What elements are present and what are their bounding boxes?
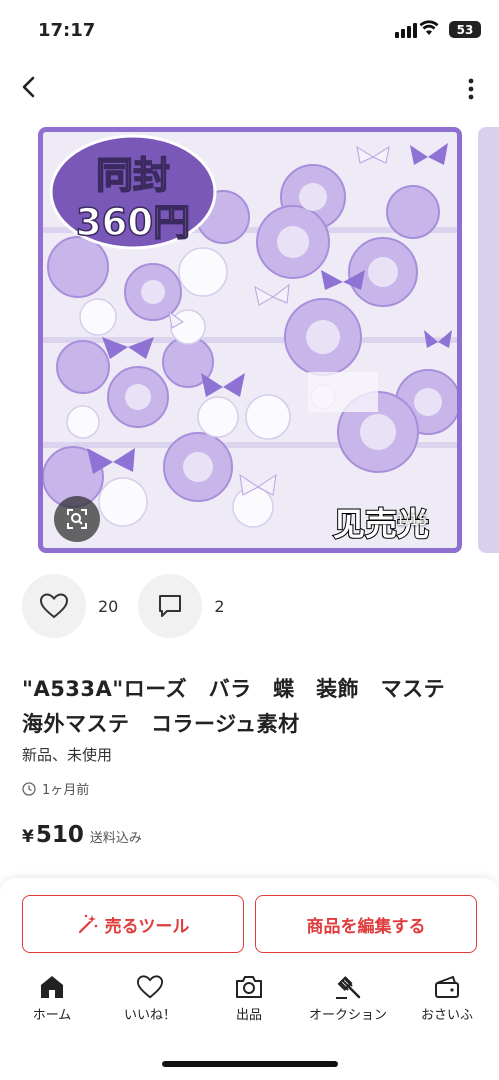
home-indicator <box>162 1061 338 1067</box>
currency-symbol: ¥ <box>22 827 34 847</box>
posted-time: 1ヶ月前 <box>22 779 89 798</box>
heart-icon <box>39 593 69 619</box>
like-count: 20 <box>98 596 119 616</box>
tab-home[interactable]: ホーム <box>7 974 97 1023</box>
tab-sell[interactable]: 出品 <box>204 974 294 1023</box>
home-icon <box>41 976 63 998</box>
wallet-icon <box>435 975 459 998</box>
top-nav <box>0 68 499 108</box>
image-search-button[interactable] <box>54 496 100 542</box>
wifi-icon <box>419 20 439 40</box>
promo-text-1: 同封 <box>96 154 170 197</box>
image-counter: 1/15 <box>396 513 428 529</box>
sell-tool-label: 売るツール <box>104 916 190 937</box>
bottom-panel: 売るツール 商品を編集する ホーム いいね！ 出品 オークション おさいふ <box>0 878 499 1080</box>
scan-icon <box>67 509 87 529</box>
posted-time-text: 1ヶ月前 <box>42 783 90 798</box>
product-title: "A533A"ローズ バラ 蝶 装飾 マステ 海外マステ コラージュ素材 <box>22 677 467 736</box>
tab-sell-label: 出品 <box>235 1008 262 1023</box>
status-time: 17:17 <box>38 20 96 41</box>
promo-text-2: 360円 <box>76 201 190 244</box>
tab-auction[interactable]: オークション <box>303 974 393 1023</box>
tab-auction-label: オークション <box>308 1008 387 1023</box>
next-image-peek[interactable] <box>478 127 499 553</box>
price: ¥ 510 送料込み <box>22 822 142 848</box>
tab-home-label: ホーム <box>32 1008 72 1023</box>
heart-icon <box>136 975 164 999</box>
comment-icon <box>159 595 182 617</box>
tab-likes-label: いいね！ <box>123 1008 176 1023</box>
camera-icon <box>236 976 262 998</box>
product-image[interactable]: 同封 360円 见売光 <box>38 127 462 553</box>
product-condition: 新品、未使用 <box>22 746 113 764</box>
status-bar: 17:17 53 <box>0 0 499 56</box>
product-photo: 同封 360円 见売光 <box>43 132 457 548</box>
vertical-dots-icon <box>468 78 474 100</box>
comment-button[interactable] <box>138 574 203 638</box>
engagement-row: 20 2 <box>22 574 245 638</box>
battery-icon: 53 <box>449 21 481 38</box>
comment-count: 2 <box>214 596 225 616</box>
gavel-icon <box>336 976 361 999</box>
clock-icon <box>22 781 36 796</box>
tab-wallet[interactable]: おさいふ <box>402 974 492 1023</box>
chevron-left-icon <box>22 76 35 98</box>
tab-bar: ホーム いいね！ 出品 オークション おさいふ <box>0 974 499 1034</box>
price-value: 510 <box>35 822 84 848</box>
magic-wand-icon <box>78 914 97 934</box>
sell-tool-button[interactable]: 売るツール <box>22 895 244 953</box>
shipping-note: 送料込み <box>89 831 142 846</box>
edit-item-label: 商品を編集する <box>306 916 426 937</box>
tab-wallet-label: おさいふ <box>420 1008 473 1023</box>
edit-item-button[interactable]: 商品を編集する <box>255 895 477 953</box>
back-button[interactable] <box>14 72 44 102</box>
cellular-signal-icon <box>395 23 417 38</box>
tab-likes[interactable]: いいね！ <box>105 974 195 1023</box>
more-options-button[interactable] <box>465 76 477 102</box>
like-button[interactable] <box>22 574 86 638</box>
